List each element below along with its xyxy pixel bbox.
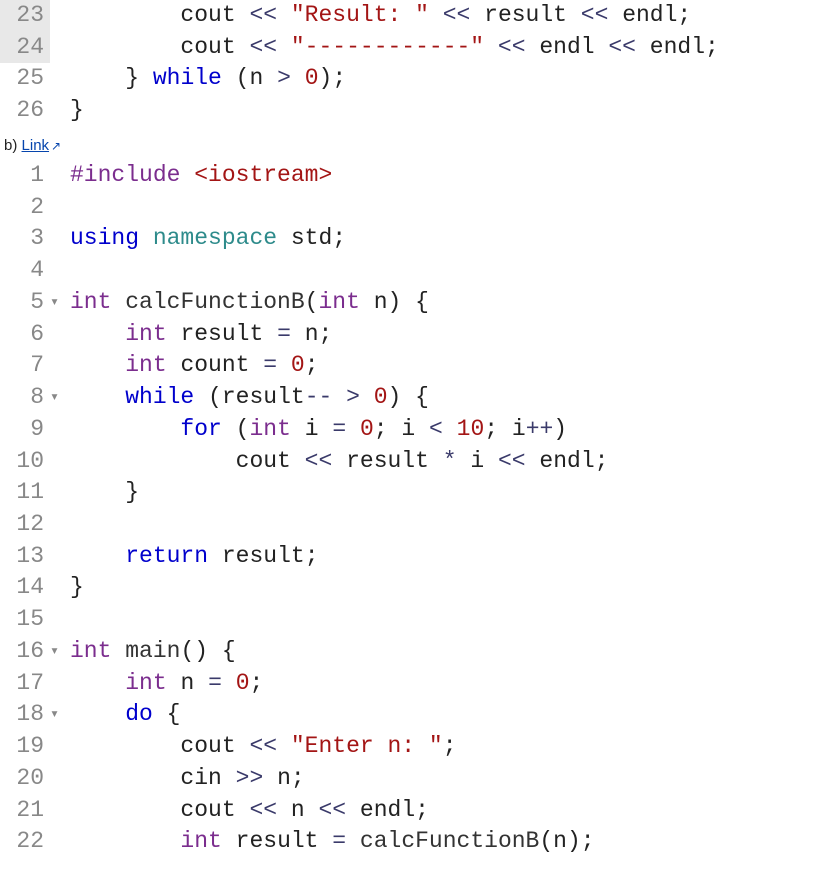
fold-toggle-icon[interactable]: ▾ (50, 642, 68, 663)
label-prefix: b) (4, 137, 22, 154)
code-line: 22 int result = calcFunctionB(n); (0, 826, 836, 858)
section-label: b) Link↗ (0, 127, 836, 160)
code-line: 19 cout << "Enter n: "; (0, 731, 836, 763)
line-number: 21 (0, 795, 50, 827)
code-line: 17 int n = 0; (0, 668, 836, 700)
code-content: } (68, 572, 836, 604)
line-number: 24 (0, 32, 50, 64)
code-content: cin >> n; (68, 763, 836, 795)
line-number: 5 (0, 287, 50, 319)
code-content: int n = 0; (68, 668, 836, 700)
line-number: 25 (0, 63, 50, 95)
code-content: cout << result * i << endl; (68, 446, 836, 478)
line-number: 9 (0, 414, 50, 446)
fold-toggle-icon[interactable]: ▾ (50, 293, 68, 314)
code-block-2: 1 #include <iostream> 23 using namespace st… (0, 160, 836, 858)
code-content: cout << n << endl; (68, 795, 836, 827)
code-line: 23 cout << "Result: " << result << endl; (0, 0, 836, 32)
code-line: 20 cin >> n; (0, 763, 836, 795)
code-content: #include <iostream> (68, 160, 836, 192)
code-content: int count = 0; (68, 350, 836, 382)
line-number: 16 (0, 636, 50, 668)
code-line: 21 cout << n << endl; (0, 795, 836, 827)
code-content: while (result-- > 0) { (68, 382, 836, 414)
code-block-1: 23 cout << "Result: " << result << endl;… (0, 0, 836, 127)
line-number: 2 (0, 192, 50, 224)
code-line: 10 cout << result * i << endl; (0, 446, 836, 478)
code-line: 26} (0, 95, 836, 127)
line-number: 17 (0, 668, 50, 700)
code-line: 18▾ do { (0, 699, 836, 731)
code-line: 15 (0, 604, 836, 636)
code-content: int result = calcFunctionB(n); (68, 826, 836, 858)
code-content: int main() { (68, 636, 836, 668)
code-line: 5▾int calcFunctionB(int n) { (0, 287, 836, 319)
code-line: 2 (0, 192, 836, 224)
line-number: 3 (0, 223, 50, 255)
line-number: 26 (0, 95, 50, 127)
line-number: 22 (0, 826, 50, 858)
code-line: 9 for (int i = 0; i < 10; i++) (0, 414, 836, 446)
code-line: 13 return result; (0, 541, 836, 573)
line-number: 1 (0, 160, 50, 192)
code-content: cout << "------------" << endl << endl; (68, 32, 836, 64)
code-content: cout << "Result: " << result << endl; (68, 0, 836, 32)
code-line: 7 int count = 0; (0, 350, 836, 382)
code-line: 11 } (0, 477, 836, 509)
code-content: } (68, 477, 836, 509)
code-line: 8▾ while (result-- > 0) { (0, 382, 836, 414)
code-line: 12 (0, 509, 836, 541)
line-number: 10 (0, 446, 50, 478)
code-line: 3 using namespace std; (0, 223, 836, 255)
code-content: int result = n; (68, 319, 836, 351)
code-content: cout << "Enter n: "; (68, 731, 836, 763)
line-number: 13 (0, 541, 50, 573)
code-content: for (int i = 0; i < 10; i++) (68, 414, 836, 446)
line-number: 18 (0, 699, 50, 731)
external-link[interactable]: Link (22, 137, 50, 154)
code-content: do { (68, 699, 836, 731)
code-line: 24 cout << "------------" << endl << end… (0, 32, 836, 64)
code-line: 6 int result = n; (0, 319, 836, 351)
line-number: 8 (0, 382, 50, 414)
code-content: } (68, 95, 836, 127)
code-content: } while (n > 0); (68, 63, 836, 95)
code-line: 25 } while (n > 0); (0, 63, 836, 95)
line-number: 4 (0, 255, 50, 287)
code-content: int calcFunctionB(int n) { (68, 287, 836, 319)
line-number: 6 (0, 319, 50, 351)
code-line: 16▾int main() { (0, 636, 836, 668)
code-content: return result; (68, 541, 836, 573)
code-content: using namespace std; (68, 223, 836, 255)
code-line: 4 (0, 255, 836, 287)
line-number: 19 (0, 731, 50, 763)
line-number: 23 (0, 0, 50, 32)
fold-toggle-icon[interactable]: ▾ (50, 388, 68, 409)
line-number: 7 (0, 350, 50, 382)
external-link-icon: ↗ (51, 139, 61, 153)
line-number: 20 (0, 763, 50, 795)
fold-toggle-icon[interactable]: ▾ (50, 705, 68, 726)
code-line: 1 #include <iostream> (0, 160, 836, 192)
code-line: 14} (0, 572, 836, 604)
line-number: 11 (0, 477, 50, 509)
line-number: 12 (0, 509, 50, 541)
line-number: 14 (0, 572, 50, 604)
line-number: 15 (0, 604, 50, 636)
